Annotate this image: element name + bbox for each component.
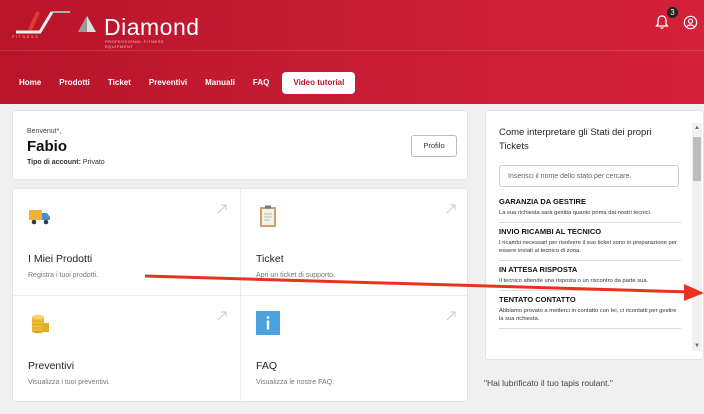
- welcome-greeting: Benvenut*,: [27, 128, 62, 135]
- tile-title: FAQ: [256, 360, 278, 372]
- nav-manuali[interactable]: Manuali: [196, 72, 244, 94]
- nav-video-tutorial[interactable]: Video tutorial: [282, 72, 356, 94]
- nav-ticket[interactable]: Ticket: [99, 72, 140, 94]
- scroll-thumb[interactable]: [693, 137, 701, 181]
- profile-button[interactable]: Profilo: [411, 135, 457, 157]
- arrow-up-right-icon: [217, 311, 227, 321]
- tile-prodotti[interactable]: I Miei Prodotti Registra i tuoi prodotti…: [13, 189, 241, 296]
- shortcut-grid: I Miei Prodotti Registra i tuoi prodotti…: [12, 188, 468, 402]
- clipboard-icon: [260, 205, 276, 227]
- account-type: Tipo di account: Privato: [27, 159, 105, 166]
- info-icon: [256, 311, 280, 335]
- diamond-logo-icon: [78, 16, 96, 32]
- nav-preventivi[interactable]: Preventivi: [140, 72, 196, 94]
- status-desc: Abbiamo provato a metterci in contatto c…: [499, 308, 677, 322]
- status-title: IN ATTESA RISPOSTA: [499, 265, 578, 274]
- status-desc: Il tecnico attende una risposta o un ris…: [499, 278, 649, 284]
- status-search-input[interactable]: [499, 165, 679, 187]
- arrow-up-right-icon: [446, 204, 456, 214]
- tile-faq[interactable]: FAQ Visualizza le nostre FAQ.: [241, 296, 467, 401]
- welcome-card: Benvenut*, Fabio Tipo di account: Privat…: [12, 110, 468, 180]
- status-desc: La sua richiesta sarà gestita quanto pri…: [499, 210, 652, 216]
- bell-icon[interactable]: [654, 14, 670, 30]
- logo[interactable]: FITNESS Diamond PROFESSIONAL FITNESS EQU…: [12, 8, 199, 49]
- tile-desc: Apri un ticket di supporto.: [256, 272, 335, 279]
- ticket-status-panel: Come interpretare gli Stati dei propri T…: [485, 110, 704, 360]
- arrow-up-right-icon: [217, 204, 227, 214]
- tile-title: Ticket: [256, 253, 284, 265]
- logo-text: FITNESS: [12, 34, 40, 39]
- account-type-value: Privato: [82, 159, 105, 166]
- brand-name: Diamond: [104, 14, 200, 40]
- tile-desc: Visualizza le nostre FAQ.: [256, 379, 335, 386]
- tile-ticket[interactable]: Ticket Apri un ticket di supporto.: [241, 189, 467, 296]
- status-desc: I ricambi necessari per risolvere il suo…: [499, 240, 677, 254]
- tile-title: I Miei Prodotti: [28, 253, 93, 265]
- coins-icon: [32, 314, 49, 334]
- header-divider: [0, 50, 704, 51]
- top-header: FITNESS Diamond PROFESSIONAL FITNESS EQU…: [0, 0, 704, 104]
- status-title: GARANZIA DA GESTIRE: [499, 197, 586, 206]
- tile-desc: Registra i tuoi prodotti.: [28, 272, 99, 279]
- truck-icon: [29, 210, 50, 225]
- tip-quote: "Hai lubrificato il tuo tapis roulant.": [484, 378, 613, 388]
- brand-subtitle: PROFESSIONAL FITNESS EQUIPMENT: [105, 39, 164, 49]
- nav-faq[interactable]: FAQ: [244, 72, 278, 94]
- list-item: TENTATO CONTATTO Abbiamo provato a mette…: [499, 295, 681, 329]
- nav-home[interactable]: Home: [10, 72, 50, 94]
- status-list: GARANZIA DA GESTIRE La sua richiesta sar…: [499, 197, 681, 333]
- panel-scrollbar[interactable]: ▲ ▼: [692, 123, 702, 351]
- account-type-label: Tipo di account:: [27, 159, 81, 166]
- tile-title: Preventivi: [28, 360, 75, 372]
- panel-title: Come interpretare gli Stati dei propri T…: [499, 127, 652, 152]
- tile-desc: Visualizza i tuoi preventivi.: [28, 379, 110, 386]
- user-account-icon[interactable]: [683, 15, 698, 30]
- nav-prodotti[interactable]: Prodotti: [50, 72, 99, 94]
- list-item: IN ATTESA RISPOSTA Il tecnico attende un…: [499, 265, 681, 291]
- user-name: Fabio: [27, 138, 67, 155]
- scroll-down-icon[interactable]: ▼: [694, 343, 700, 349]
- arrow-up-right-icon: [446, 311, 456, 321]
- status-title: INVIO RICAMBI AL TECNICO: [499, 227, 602, 236]
- list-item: INVIO RICAMBI AL TECNICO I ricambi neces…: [499, 227, 681, 261]
- main-nav: Home Prodotti Ticket Preventivi Manuali …: [10, 72, 356, 94]
- scroll-up-icon[interactable]: ▲: [694, 125, 700, 131]
- list-item: GARANZIA DA GESTIRE La sua richiesta sar…: [499, 197, 681, 223]
- status-title: TENTATO CONTATTO: [499, 295, 576, 304]
- tile-preventivi[interactable]: Preventivi Visualizza i tuoi preventivi.: [13, 296, 241, 401]
- notification-badge: 3: [667, 7, 678, 18]
